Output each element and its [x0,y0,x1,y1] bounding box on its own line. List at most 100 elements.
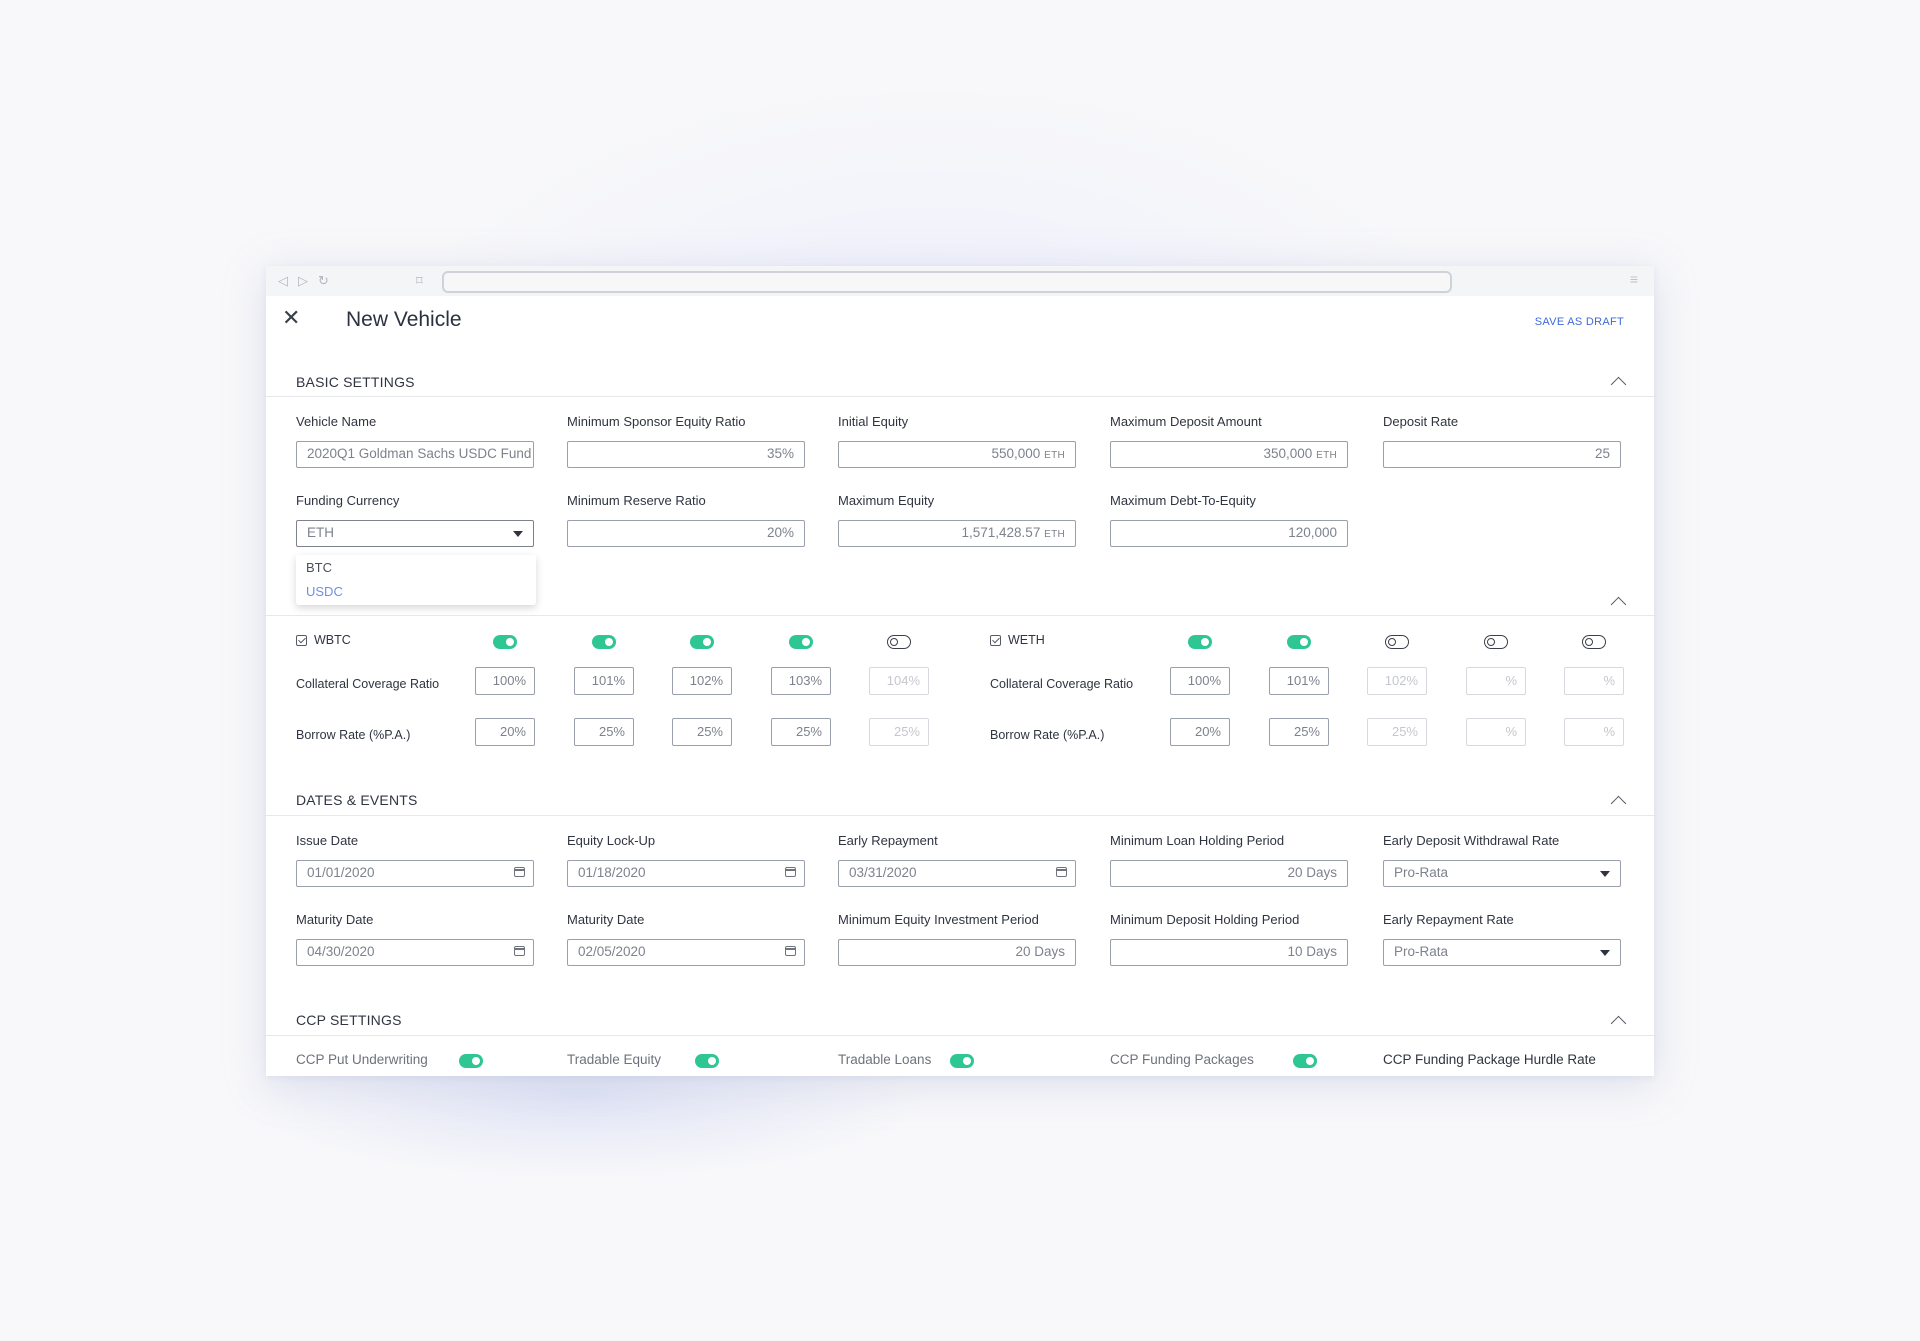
label-min-loan-holding: Minimum Loan Holding Period [1110,833,1285,848]
weth-ccr-1[interactable]: 100% [1170,667,1230,695]
back-icon[interactable]: ◁ [278,272,288,290]
wbtc-ccr-3[interactable]: 102% [672,667,732,695]
equity-lockup-input[interactable]: 01/18/2020 [567,860,805,887]
calendar-icon[interactable] [785,867,796,877]
min-loan-holding-input[interactable]: 20 Days [1110,860,1348,887]
wbtc-borrow-3[interactable]: 25% [672,718,732,746]
weth-borrow-2[interactable]: 25% [1269,718,1329,746]
tradable-loans-toggle[interactable] [950,1054,974,1068]
weth-toggle-2[interactable] [1287,635,1311,649]
wbtc-ccr-2[interactable]: 101% [574,667,634,695]
equity-lockup-value: 01/18/2020 [578,865,646,880]
chevron-up-icon[interactable] [1610,376,1627,393]
weth-ccr-3[interactable]: 102% [1367,667,1427,695]
wbtc-toggle-2[interactable] [592,635,616,649]
maturity-date-2-value: 02/05/2020 [578,944,646,959]
close-icon[interactable]: ✕ [282,306,300,330]
max-deposit-value: 350,000 [1263,446,1313,461]
weth-ccr-4[interactable]: % [1466,667,1526,695]
wbtc-toggle-1[interactable] [493,635,517,649]
bookmark-icon[interactable]: ⌑ [416,272,423,290]
early-deposit-withdrawal-select[interactable]: Pro-Rata [1383,860,1621,887]
label-max-deposit: Maximum Deposit Amount [1110,414,1262,429]
label-min-sponsor-equity: Minimum Sponsor Equity Ratio [567,414,746,429]
early-repayment-input[interactable]: 03/31/2020 [838,860,1076,887]
chevron-up-icon[interactable] [1610,596,1627,613]
max-debt-equity-input[interactable]: 120,000 [1110,520,1348,547]
weth-toggle-4[interactable] [1484,635,1508,649]
calendar-icon[interactable] [1056,867,1067,877]
label-issue-date: Issue Date [296,833,359,848]
chevron-up-icon[interactable] [1610,795,1627,812]
wbtc-toggle-4[interactable] [789,635,813,649]
wbtc-borrow-5[interactable]: 25% [869,718,929,746]
wbtc-ccr-5[interactable]: 104% [869,667,929,695]
wbtc-toggle-3[interactable] [690,635,714,649]
issue-date-input[interactable]: 01/01/2020 [296,860,534,887]
label-maturity-date-2: Maturity Date [567,912,645,927]
weth-toggle-5[interactable] [1582,635,1606,649]
calendar-icon[interactable] [785,946,796,956]
min-deposit-holding-input[interactable]: 10 Days [1110,939,1348,966]
address-bar[interactable] [442,271,1452,293]
wbtc-toggle-5[interactable] [887,635,911,649]
weth-borrow-5[interactable]: % [1564,718,1624,746]
wbtc-ccr-4[interactable]: 103% [771,667,831,695]
label-max-debt-equity: Maximum Debt-To-Equity [1110,493,1256,508]
ccp-funding-packages-toggle[interactable] [1293,1054,1317,1068]
min-reserve-value: 20% [766,525,794,540]
issue-date-value: 01/01/2020 [307,865,375,880]
caret-down-icon [1600,950,1610,956]
dropdown-option-btc[interactable]: BTC [306,560,332,575]
tradable-loans-label: Tradable Loans [838,1052,932,1067]
min-reserve-input[interactable]: 20% [567,520,805,547]
initial-equity-input[interactable]: 550,000 ETH [838,441,1076,468]
wbtc-ccr-label: Collateral Coverage Ratio [296,677,440,691]
maturity-date-1-input[interactable]: 04/30/2020 [296,939,534,966]
weth-ccr-2[interactable]: 101% [1269,667,1329,695]
weth-toggle-3[interactable] [1385,635,1409,649]
ccp-put-underwriting-label: CCP Put Underwriting [296,1052,428,1067]
tradable-equity-toggle[interactable] [695,1054,719,1068]
weth-ccr-label: Collateral Coverage Ratio [990,677,1134,691]
min-sponsor-equity-input[interactable]: 35% [567,441,805,468]
weth-toggle-1[interactable] [1188,635,1212,649]
early-repayment-rate-select[interactable]: Pro-Rata [1383,939,1621,966]
wbtc-borrow-2[interactable]: 25% [574,718,634,746]
label-min-equity-investment: Minimum Equity Investment Period [838,912,1039,927]
max-deposit-input[interactable]: 350,000 ETH [1110,441,1348,468]
label-min-reserve: Minimum Reserve Ratio [567,493,706,508]
forward-icon[interactable]: ▷ [298,272,308,290]
section-title-ccp: CCP SETTINGS [296,1012,402,1028]
weth-checkbox[interactable] [990,635,1001,646]
label-max-equity: Maximum Equity [838,493,935,508]
min-equity-investment-input[interactable]: 20 Days [838,939,1076,966]
chevron-up-icon[interactable] [1610,1015,1627,1032]
dropdown-option-usdc[interactable]: USDC [306,584,343,599]
max-equity-input[interactable]: 1,571,428.57 ETH [838,520,1076,547]
deposit-rate-input[interactable]: 25 [1383,441,1621,468]
wbtc-ccr-1[interactable]: 100% [475,667,535,695]
label-early-repayment: Early Repayment [838,833,938,848]
calendar-icon[interactable] [514,867,525,877]
save-as-draft-button[interactable]: SAVE AS DRAFT [1535,316,1624,328]
funding-currency-select[interactable]: ETH [296,520,534,547]
unit-label: ETH [1044,450,1065,461]
weth-borrow-1[interactable]: 20% [1170,718,1230,746]
ccp-put-underwriting-toggle[interactable] [459,1054,483,1068]
vehicle-name-input[interactable]: 2020Q1 Goldman Sachs USDC Fund [296,441,534,468]
wbtc-borrow-4[interactable]: 25% [771,718,831,746]
weth-borrow-3[interactable]: 25% [1367,718,1427,746]
wbtc-borrow-1[interactable]: 20% [475,718,535,746]
initial-equity-value: 550,000 [991,446,1041,461]
weth-borrow-4[interactable]: % [1466,718,1526,746]
label-vehicle-name: Vehicle Name [296,414,377,429]
calendar-icon[interactable] [514,946,525,956]
menu-icon[interactable]: ≡ [1630,271,1638,287]
maturity-date-2-input[interactable]: 02/05/2020 [567,939,805,966]
max-debt-equity-value: 120,000 [1288,525,1337,540]
wbtc-checkbox[interactable] [296,635,307,646]
reload-icon[interactable]: ↻ [318,272,329,290]
min-deposit-holding-value: 10 Days [1287,944,1337,959]
weth-ccr-5[interactable]: % [1564,667,1624,695]
